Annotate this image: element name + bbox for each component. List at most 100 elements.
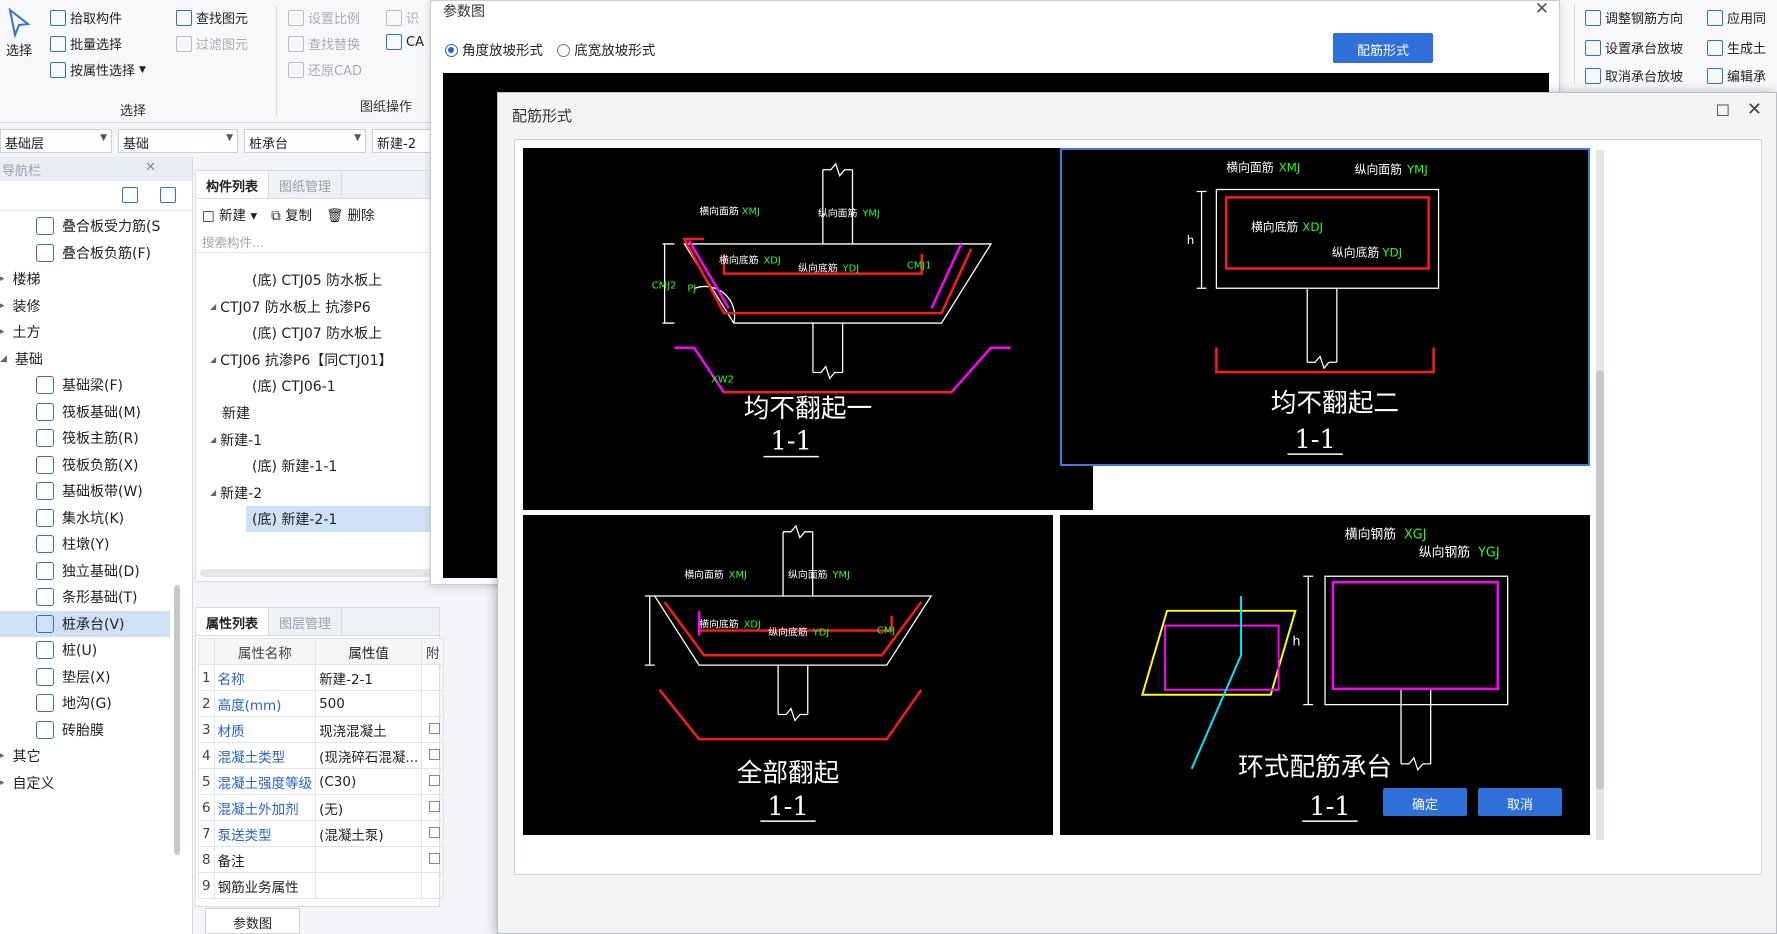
floor-select[interactable]: 基础层 ▼ — [0, 129, 112, 153]
checkbox[interactable] — [429, 826, 441, 838]
filter-element-button[interactable]: 过滤图元 — [176, 34, 248, 53]
copy-button[interactable]: ⧉ 复制 — [271, 204, 312, 224]
nav-item[interactable]: 桩(U) — [0, 637, 170, 663]
nav-item[interactable]: 垫层(X) — [0, 664, 170, 690]
tab-drawing-management[interactable]: 图纸管理 — [269, 171, 343, 198]
expanded-icon[interactable]: ◢ — [210, 302, 216, 311]
category-select[interactable]: 基础 ▼ — [118, 129, 238, 153]
pick-component-button[interactable]: 拾取构件 — [50, 8, 122, 27]
nav-item[interactable]: ▸ 其它 — [0, 743, 41, 769]
collapsed-icon[interactable]: ▸ — [0, 274, 5, 284]
nav-item[interactable]: 集水坑(K) — [0, 505, 170, 531]
checkbox[interactable] — [429, 748, 441, 760]
property-row[interactable]: 8 备注 — [198, 846, 445, 873]
property-row[interactable]: 2 高度(mm) 500 — [198, 690, 445, 717]
tree-view-icon[interactable] — [160, 187, 176, 203]
nav-item[interactable]: 柱墩(Y) — [0, 531, 170, 557]
apply-same-button[interactable]: 应用同 — [1707, 8, 1766, 27]
expanded-icon[interactable]: ◢ — [210, 435, 216, 444]
tree-row[interactable]: (底) CTJ06-1 — [252, 373, 336, 399]
checkbox[interactable] — [429, 774, 441, 786]
tree-row[interactable]: (底) 新建-2-1 — [246, 506, 441, 533]
cancel-cap-slope-button[interactable]: 取消承台放坡 — [1585, 66, 1683, 85]
edit-button[interactable]: 编辑承 — [1707, 66, 1766, 85]
close-icon[interactable]: ✕ — [1747, 99, 1762, 120]
expanded-icon[interactable]: ◢ — [0, 354, 7, 364]
nav-item[interactable]: 独立基础(D) — [0, 558, 170, 584]
nav-item[interactable]: 筏板主筋(R) — [0, 425, 170, 451]
property-row[interactable]: 9 钢筋业务属性 — [198, 872, 445, 899]
rebar-option-none-raised-2[interactable]: 横向面筋 XMJ 纵向面筋 YMJ 横向底筋 XDJ 纵向底筋 YDJ h 均不… — [1060, 148, 1590, 466]
generate-button[interactable]: 生成土 — [1707, 38, 1766, 57]
tree-hscrollbar[interactable] — [200, 569, 436, 577]
nav-item[interactable]: ▸ 自定义 — [0, 770, 55, 796]
list-view-icon[interactable] — [122, 187, 138, 203]
maximize-icon[interactable]: ☐ — [1716, 101, 1730, 120]
nav-item[interactable]: 砖胎膜 — [0, 717, 170, 743]
rebar-option-none-raised-1[interactable]: 横向面筋 XMJ 纵向面筋 YMJ 横向底筋 XDJ 纵向底筋 YDJ CMJ1… — [523, 148, 1093, 510]
radio-angle-slope[interactable]: 角度放坡形式 — [445, 43, 543, 59]
nav-item[interactable]: 基础板带(W) — [0, 478, 170, 504]
close-icon[interactable]: ✕ — [145, 160, 156, 175]
rebar-form-button[interactable]: 配筋形式 — [1333, 33, 1433, 63]
tree-row[interactable]: ◢ 新建-2 — [210, 480, 262, 506]
checkbox[interactable] — [429, 852, 441, 864]
cad-button[interactable]: CA — [386, 34, 424, 50]
nav-item[interactable]: 叠合板负筋(F) — [0, 240, 170, 266]
property-row[interactable]: 1 名称 新建-2-1 — [198, 664, 445, 691]
rebar-option-ring-cap[interactable]: 横向钢筋 XGJ 纵向钢筋 YGJ h 环式配筋承台 1-1 — [1060, 515, 1590, 835]
tab-layer-management[interactable]: 图层管理 — [269, 608, 343, 635]
rebar-option-all-raised[interactable]: 横向面筋 XMJ 纵向面筋 YMJ 横向底筋 XDJ 纵向底筋 YDJ CMJ … — [523, 515, 1053, 835]
expanded-icon[interactable]: ◢ — [210, 355, 216, 364]
nav-item[interactable]: 地沟(G) — [0, 690, 170, 716]
grid-scrollbar-thumb[interactable] — [1596, 370, 1604, 790]
component-select[interactable]: 新建-2 — [372, 129, 438, 153]
tree-row[interactable]: 新建 — [222, 400, 250, 426]
collapsed-icon[interactable]: ▸ — [0, 301, 5, 311]
batch-select-button[interactable]: 批量选择 — [50, 34, 122, 53]
select-button[interactable]: 选择 — [6, 8, 32, 59]
property-row[interactable]: 6 混凝土外加剂 (无) — [198, 794, 445, 821]
radio-width-slope[interactable]: 底宽放坡形式 — [557, 43, 655, 59]
close-icon[interactable]: ✕ — [1535, 0, 1549, 19]
identify-button[interactable]: 识 — [386, 8, 419, 27]
tree-row[interactable]: ◢ CTJ06 抗渗P6【同CTJ01】 — [210, 347, 393, 373]
nav-item[interactable]: 筏板基础(M) — [0, 399, 170, 425]
search-input[interactable]: 搜索构件... — [196, 229, 439, 253]
find-element-button[interactable]: 查找图元 — [176, 8, 248, 27]
tree-row[interactable]: (底) 新建-1-1 — [252, 453, 337, 479]
tab-param-diagram[interactable]: 参数图 — [205, 908, 300, 934]
set-cap-slope-button[interactable]: 设置承台放坡 — [1585, 38, 1683, 57]
collapsed-icon[interactable]: ▸ — [0, 751, 5, 761]
collapsed-icon[interactable]: ▸ — [0, 327, 5, 337]
expanded-icon[interactable]: ◢ — [210, 488, 216, 497]
tree-row[interactable]: ◢ CTJ07 防水板上 抗渗P6 — [210, 294, 371, 320]
checkbox[interactable] — [429, 722, 441, 734]
property-row[interactable]: 3 材质 现浇混凝土 — [198, 716, 445, 743]
property-row[interactable]: 5 混凝土强度等级 (C30) — [198, 768, 445, 795]
property-row[interactable]: 7 泵送类型 (混凝土泵) — [198, 820, 445, 847]
adjust-rebar-direction-button[interactable]: 调整钢筋方向 — [1585, 8, 1683, 27]
nav-item[interactable]: 叠合板受力筋(S — [0, 213, 170, 239]
delete-button[interactable]: 🗑 删除 — [326, 204, 374, 224]
tree-row[interactable]: ◢ 新建-1 — [210, 427, 262, 453]
cancel-button[interactable]: 取消 — [1478, 788, 1562, 816]
select-by-attr-button[interactable]: 按属性选择 ▼ — [50, 60, 146, 79]
property-row[interactable]: 4 混凝土类型 (现浇碎石混凝... — [198, 742, 445, 769]
nav-item[interactable]: ▸ 土方 — [0, 319, 41, 345]
ok-button[interactable]: 确定 — [1383, 788, 1467, 816]
restore-cad-button[interactable]: 还原CAD — [288, 60, 362, 79]
nav-item[interactable]: 基础梁(F) — [0, 372, 170, 398]
new-button[interactable]: □ 新建 ▾ — [202, 204, 257, 224]
nav-item[interactable]: 条形基础(T) — [0, 584, 170, 610]
set-scale-button[interactable]: 设置比例 — [288, 8, 360, 27]
nav-item[interactable]: ▸ 装修 — [0, 293, 41, 319]
checkbox[interactable] — [429, 800, 441, 812]
tab-component-list[interactable]: 构件列表 — [196, 171, 270, 198]
tree-row[interactable]: (底) CTJ05 防水板上 — [252, 267, 382, 293]
tab-property-list[interactable]: 属性列表 — [196, 608, 270, 635]
find-replace-button[interactable]: 查找替换 — [288, 34, 360, 53]
nav-item[interactable]: ▸ 楼梯 — [0, 266, 41, 292]
type-select[interactable]: 桩承台 ▼ — [244, 129, 366, 153]
nav-item[interactable]: 筏板负筋(X) — [0, 452, 170, 478]
